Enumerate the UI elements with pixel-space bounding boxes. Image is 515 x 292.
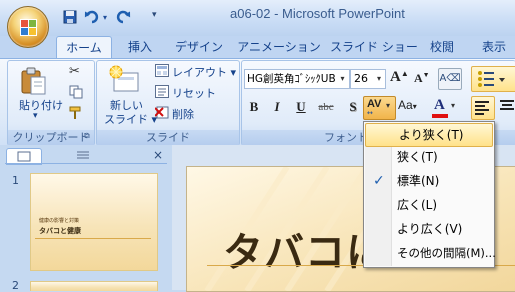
align-left-button[interactable] <box>471 96 495 120</box>
menu-item-label: 狭く(T) <box>397 150 438 164</box>
office-logo-icon <box>20 19 37 36</box>
spacing-dropdown-icon: ▾ <box>386 101 391 110</box>
tab-slideshow[interactable]: スライド ショー <box>330 36 418 58</box>
paste-button[interactable]: 貼り付け <box>19 97 63 113</box>
new-slide-icon[interactable] <box>108 64 140 94</box>
font-color-letter: A <box>434 97 445 113</box>
tab-home[interactable]: ホーム <box>56 36 112 59</box>
font-color-bar <box>432 114 448 118</box>
office-button[interactable] <box>7 6 49 48</box>
grow-font-icon[interactable]: A▲ <box>390 69 410 89</box>
clipboard-launcher-icon[interactable]: ⧉ <box>84 131 92 140</box>
italic-button[interactable]: I <box>268 97 286 117</box>
font-color-dropdown-icon: ▾ <box>451 101 456 110</box>
tab-insert[interactable]: 挿入 <box>118 36 162 58</box>
menu-item-more-spacing[interactable]: その他の間隔(M)... <box>364 242 496 264</box>
font-name-dropdown-icon[interactable]: ▾ <box>337 70 348 88</box>
strikethrough-button[interactable]: abc <box>314 97 338 117</box>
pane-divider <box>5 163 167 164</box>
layout-icon[interactable] <box>155 64 169 77</box>
change-case-dropdown-icon: ▾ <box>412 102 417 111</box>
menu-item-tight[interactable]: 狭く(T) <box>364 146 494 168</box>
menu-item-very-loose[interactable]: より広く(V) <box>364 218 494 240</box>
tab-animations[interactable]: アニメーション <box>236 36 322 58</box>
paste-icon[interactable] <box>18 66 54 98</box>
spacing-arrows-icon: ↔ <box>367 109 373 117</box>
bold-button[interactable]: B <box>245 97 263 117</box>
clipboard-group-label: クリップボード <box>8 130 94 145</box>
change-case-label: Aa <box>398 98 413 112</box>
font-name-value: HG創英角ｺﾞｼｯｸUB <box>247 73 335 85</box>
slide-number-2: 2 <box>12 279 19 292</box>
menu-item-label: より狭く(T) <box>399 128 464 142</box>
menu-item-label: より広く(V) <box>397 222 463 236</box>
menu-item-label: 標準(N) <box>397 174 440 188</box>
undo-icon[interactable] <box>83 8 101 26</box>
reset-button[interactable]: リセット <box>172 85 216 101</box>
menu-item-loose[interactable]: 広く(L) <box>364 194 494 216</box>
cut-icon[interactable]: ✂ <box>69 64 83 79</box>
delete-slide-button[interactable]: 削除 <box>172 106 194 122</box>
change-case-button[interactable]: Aa▾ <box>398 98 424 118</box>
menu-item-normal[interactable]: ✓ 標準(N) <box>364 170 494 192</box>
save-icon[interactable] <box>61 8 79 26</box>
font-size-value: 26 <box>354 72 368 85</box>
thumb-rule <box>35 238 151 239</box>
character-spacing-menu: より狭く(T) 狭く(T) ✓ 標準(N) 広く(L) より広く(V) その他の… <box>363 121 496 268</box>
qat-customize-icon[interactable]: ▾ <box>152 10 158 24</box>
font-color-button[interactable]: A ▾ <box>430 97 460 119</box>
reset-icon[interactable] <box>155 85 169 98</box>
menu-item-label: 広く(L) <box>397 198 438 212</box>
tab-view[interactable]: 表示 <box>474 36 514 58</box>
font-size-dropdown-icon[interactable]: ▾ <box>374 70 384 88</box>
underline-button[interactable]: U <box>292 97 310 117</box>
window-title: a06-02 - Microsoft PowerPoint <box>230 6 405 21</box>
close-pane-icon[interactable]: × <box>152 148 164 162</box>
character-spacing-button[interactable]: AV ↔ ▾ <box>363 96 396 120</box>
thumb-title: タバコと健康 <box>39 227 81 235</box>
paste-dropdown-icon[interactable]: ▾ <box>33 111 38 121</box>
format-painter-icon[interactable] <box>69 106 83 120</box>
shadow-button[interactable]: S <box>344 97 362 117</box>
checkmark-icon: ✓ <box>373 173 385 189</box>
menu-item-very-tight[interactable]: より狭く(T) <box>365 123 493 147</box>
copy-icon[interactable] <box>69 85 83 99</box>
slides-group-label: スライド <box>97 130 239 145</box>
clear-formatting-icon[interactable]: A⌫ <box>438 68 462 90</box>
tab-design[interactable]: デザイン <box>170 36 228 58</box>
delete-slide-icon[interactable] <box>154 106 169 119</box>
font-name-combo[interactable]: HG創英角ｺﾞｼｯｸUB ▾ <box>244 69 350 89</box>
slide-thumbnail-1[interactable]: 健康の影響と対策 タバコと健康 <box>30 173 158 271</box>
bullets-button[interactable] <box>471 66 515 92</box>
shrink-font-icon[interactable]: A▼ <box>414 71 432 89</box>
layout-button[interactable]: レイアウト ▾ <box>172 64 236 80</box>
menu-item-label: その他の間隔(M)... <box>397 246 496 260</box>
new-slide-dropdown[interactable]: スライド ▾ <box>104 111 157 127</box>
slide-number-1: 1 <box>12 174 19 187</box>
tab-review[interactable]: 校閲 <box>422 36 462 58</box>
undo-dropdown-icon[interactable]: ▾ <box>100 8 110 26</box>
redo-icon[interactable] <box>114 8 132 26</box>
outline-tab[interactable] <box>66 149 100 162</box>
align-center-button[interactable] <box>497 96 515 118</box>
thumb-subtitle: 健康の影響と対策 <box>39 218 80 224</box>
font-size-combo[interactable]: 26 ▾ <box>350 69 386 89</box>
